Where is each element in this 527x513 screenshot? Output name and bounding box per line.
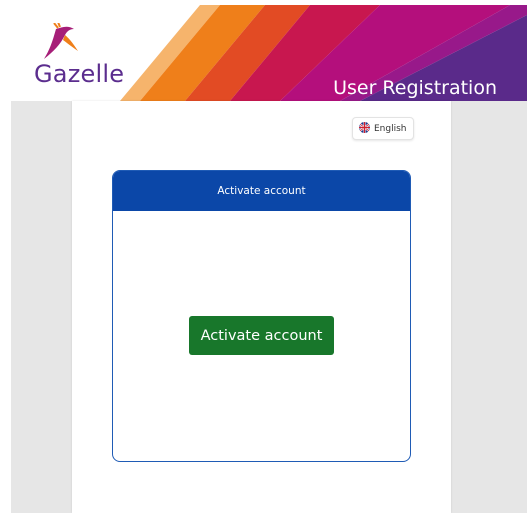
language-selector[interactable]: English bbox=[352, 117, 414, 140]
activate-account-card: Activate account Activate account bbox=[112, 170, 411, 462]
card-title: Activate account bbox=[217, 185, 306, 197]
page-title: User Registration bbox=[333, 77, 497, 99]
uk-flag-icon bbox=[359, 121, 370, 136]
gazelle-logo[interactable]: Gazelle bbox=[22, 23, 162, 101]
content-panel: English Activate account Activate accoun… bbox=[72, 101, 451, 513]
header-banner: Gazelle User Registration bbox=[0, 5, 527, 101]
gazelle-icon bbox=[44, 23, 78, 60]
page-background: English Activate account Activate accoun… bbox=[11, 101, 527, 513]
activate-account-button[interactable]: Activate account bbox=[189, 316, 334, 355]
brand-name: Gazelle bbox=[34, 60, 125, 88]
language-label: English bbox=[374, 123, 407, 134]
card-header: Activate account bbox=[113, 171, 410, 211]
